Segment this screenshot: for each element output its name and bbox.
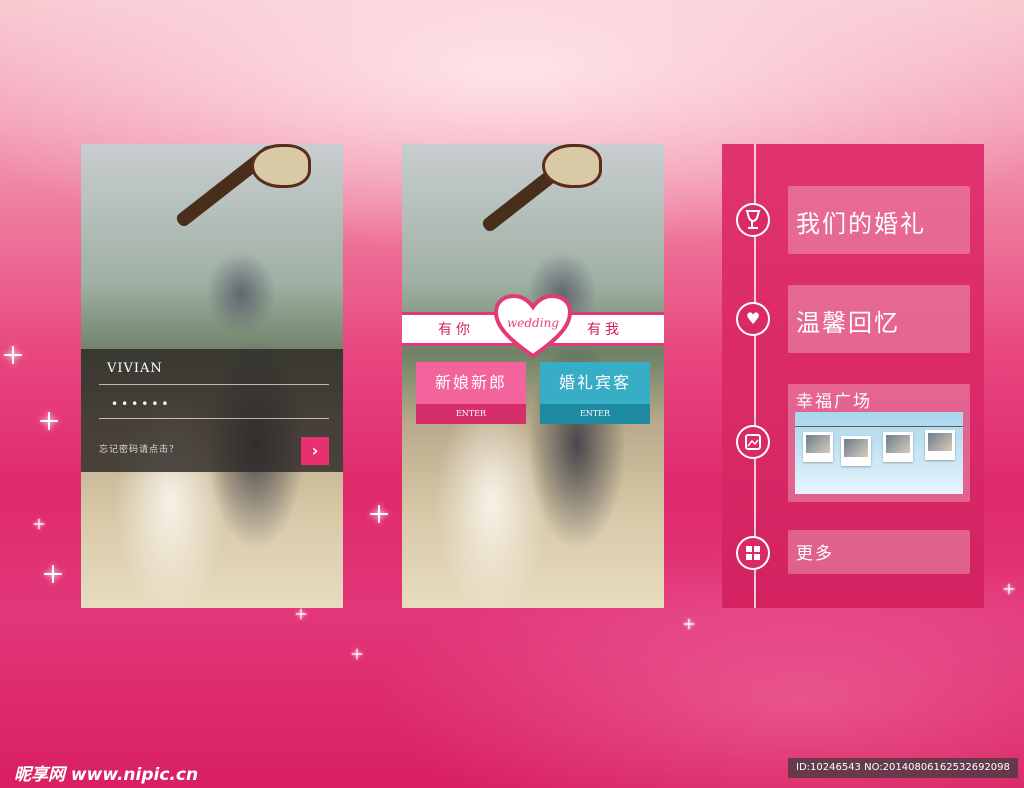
login-panel: VIVIAN •••••• 忘记密码请点击？ ›: [81, 349, 343, 472]
menu-item-label: 幸福广场: [796, 392, 872, 412]
ribbon-right-text: 有我: [587, 322, 623, 338]
password-underline: [99, 418, 329, 419]
bride-groom-button[interactable]: 新娘新郎 ENTER: [416, 362, 526, 424]
login-screen: VIVIAN •••••• 忘记密码请点击？ ›: [81, 144, 343, 608]
menu-item-memories[interactable]: 温馨回忆: [788, 285, 970, 353]
guitar-body: [251, 144, 311, 188]
sparkle: [684, 619, 695, 630]
grid-icon: [736, 536, 770, 570]
sparkle: [44, 565, 62, 583]
menu-item-happiness-square[interactable]: 幸福广场: [788, 384, 970, 502]
enter-label: ENTER: [416, 404, 526, 424]
sparkle: [296, 609, 307, 620]
rope-line: [795, 426, 963, 427]
polaroid-photo: [803, 432, 833, 462]
sparkle: [4, 346, 22, 364]
watermark-brand: 昵享网: [14, 765, 65, 785]
password-input[interactable]: ••••••: [111, 397, 171, 411]
polaroid-photo: [883, 432, 913, 462]
sparkle: [40, 412, 58, 430]
guitar-body: [542, 144, 602, 188]
sparkle: [370, 505, 388, 523]
photo-icon: [736, 425, 770, 459]
heart-icon: ♥: [736, 302, 770, 336]
menu-item-label: 更多: [796, 544, 834, 564]
login-go-button[interactable]: ›: [301, 437, 329, 465]
watermark-site: www.nipic.cn: [70, 765, 199, 785]
polaroid-photo: [841, 436, 871, 466]
forgot-password-link[interactable]: 忘记密码请点击？: [99, 442, 179, 455]
menu-item-more[interactable]: 更多: [788, 530, 970, 574]
enter-label: ENTER: [540, 404, 650, 424]
ribbon-left-text: 有你: [438, 322, 474, 338]
menu-screen: 我们的婚礼 ♥ 温馨回忆 幸福广场 更多: [722, 144, 984, 608]
photo-strip-thumbnail: [795, 412, 963, 494]
polaroid-photo: [925, 430, 955, 460]
username-underline: [99, 384, 329, 385]
username-input[interactable]: VIVIAN: [107, 361, 163, 376]
watermark: 昵享网 www.nipic.cn: [14, 760, 198, 785]
heart-badge-text: wedding: [507, 316, 559, 330]
bride-groom-label: 新娘新郎: [416, 362, 526, 404]
menu-item-label: 我们的婚礼: [796, 210, 926, 238]
sparkle: [352, 649, 363, 660]
sparkle: [1004, 584, 1015, 595]
guest-label: 婚礼宾客: [540, 362, 650, 404]
menu-item-label: 温馨回忆: [796, 309, 900, 337]
role-select-screen: 有你 有我 wedding 新娘新郎 ENTER 婚礼宾客 ENTER: [402, 144, 664, 608]
guest-button[interactable]: 婚礼宾客 ENTER: [540, 362, 650, 424]
wine-glass-icon: [736, 203, 770, 237]
sparkle: [34, 519, 45, 530]
image-id-tag: ID:10246543 NO:20140806162532692098: [788, 758, 1018, 778]
menu-item-our-wedding[interactable]: 我们的婚礼: [788, 186, 970, 254]
